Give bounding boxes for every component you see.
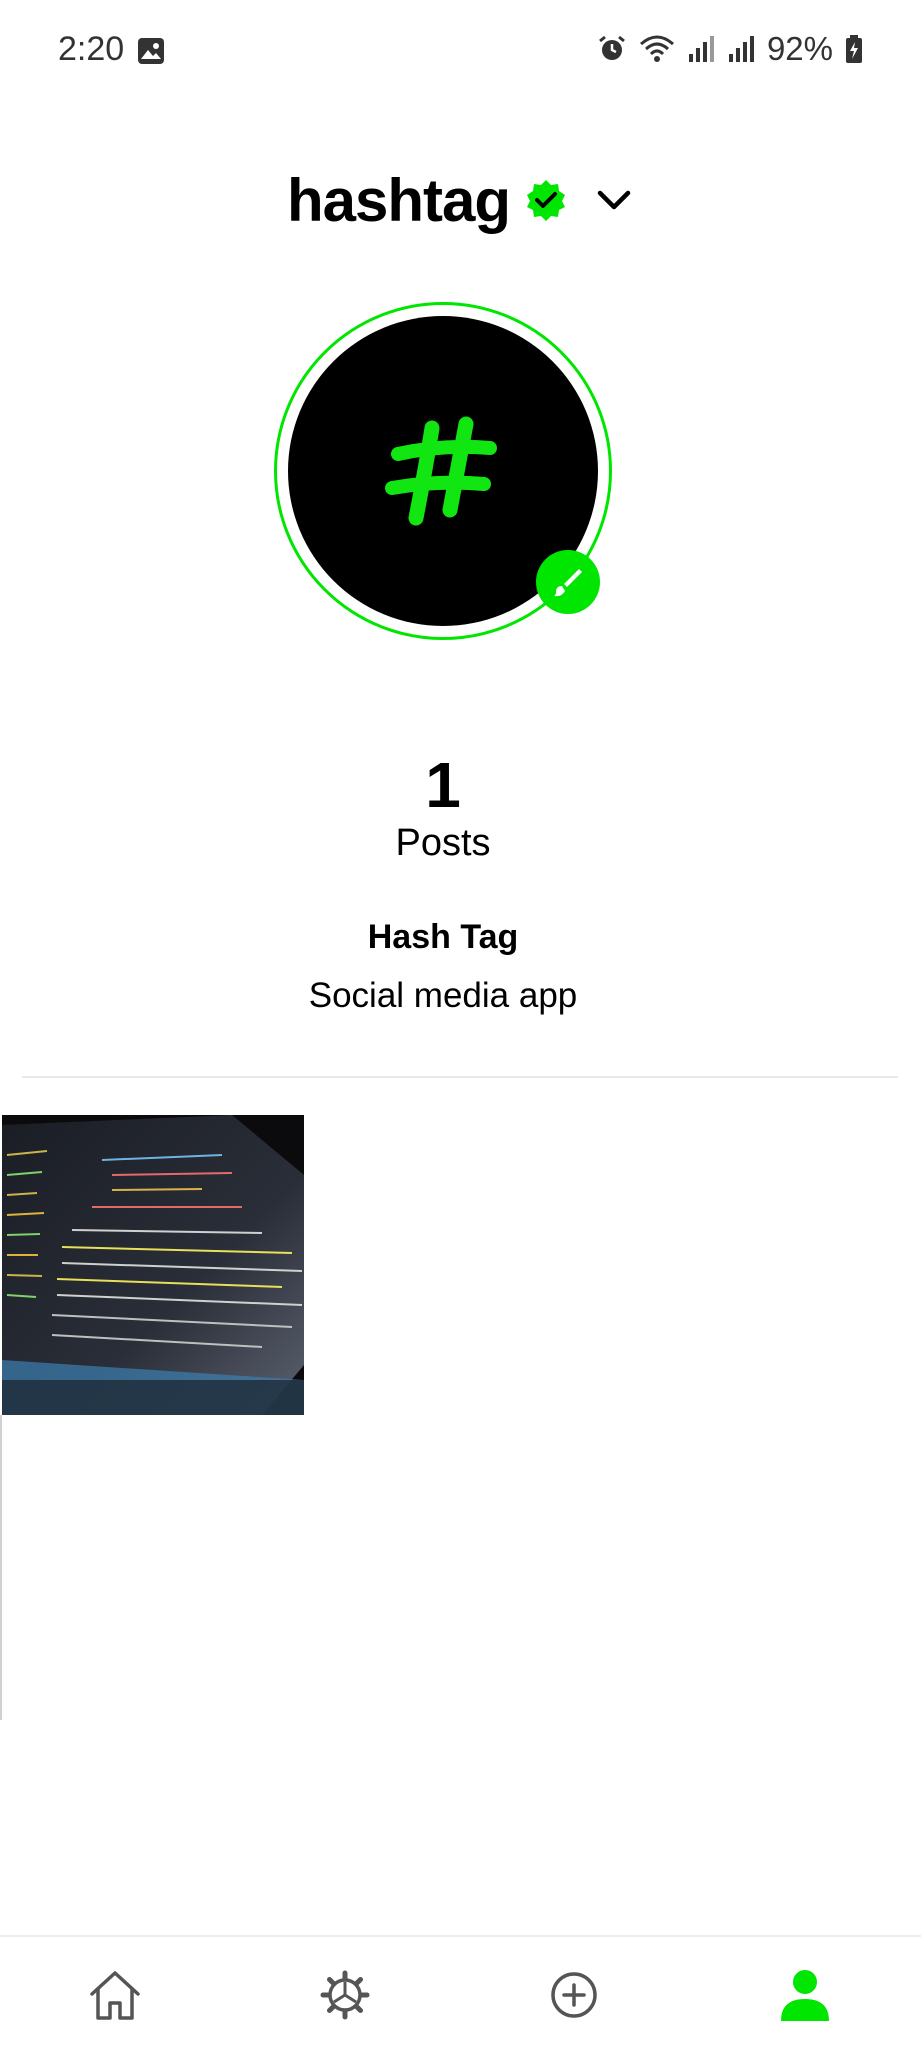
chevron-down-icon[interactable] (594, 180, 634, 220)
brush-icon (554, 569, 582, 597)
post-image (2, 1115, 304, 1415)
divider (22, 1076, 898, 1078)
status-bar: 2:20 92% (0, 0, 921, 100)
avatar-container (274, 302, 612, 640)
add-post-icon (551, 1972, 597, 2018)
alarm-icon (599, 35, 625, 60)
battery-icon (846, 35, 862, 63)
profile-header: hashtag (0, 160, 921, 240)
status-time: 2:20 (58, 30, 125, 68)
posts-count: 1 (425, 749, 461, 821)
nav-add-post[interactable] (544, 1965, 604, 2025)
username: hashtag (286, 166, 511, 234)
gallery-icon (138, 38, 164, 64)
signal-icon (688, 36, 714, 62)
bottom-nav (0, 1935, 921, 2048)
posts-label: Posts (395, 822, 491, 864)
post-thumbnail[interactable] (2, 1115, 304, 1415)
wifi-icon (639, 35, 674, 62)
profile-icon (781, 1970, 829, 2021)
verified-icon (527, 180, 566, 221)
settings-icon (320, 1970, 370, 2020)
battery-percent: 92% (766, 30, 833, 67)
home-icon (90, 1971, 140, 2020)
profile-screen: 2:20 92% hashtag 1 Posts Hash Tag Social… (0, 0, 921, 2048)
nav-home[interactable] (85, 1965, 145, 2025)
signal-icon (728, 36, 754, 62)
edit-avatar-button[interactable] (536, 550, 600, 614)
status-icons: 92% (597, 30, 863, 68)
bio: Social media app (308, 976, 578, 1015)
nav-settings[interactable] (315, 1965, 375, 2025)
nav-profile[interactable] (775, 1965, 835, 2025)
hashtag-logo-icon (385, 416, 497, 526)
display-name: Hash Tag (367, 918, 519, 956)
grid-edge (0, 1415, 2, 1720)
